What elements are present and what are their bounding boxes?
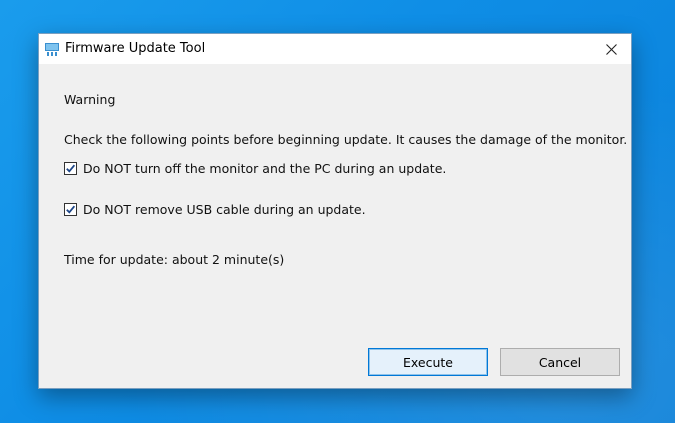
checkmark-icon <box>66 164 76 173</box>
instruction-text: Check the following points before beginn… <box>64 132 628 147</box>
checkmark-icon <box>66 205 76 214</box>
window-title: Firmware Update Tool <box>65 41 206 56</box>
power-off-check-label[interactable]: Do NOT turn off the monitor and the PC d… <box>83 161 446 176</box>
dialog-content: Warning Check the following points befor… <box>39 64 631 388</box>
time-estimate-text: Time for update: about 2 minute(s) <box>64 252 285 267</box>
monitor-firmware-icon <box>45 42 59 56</box>
check-power-row[interactable]: Do NOT turn off the monitor and the PC d… <box>64 161 446 176</box>
close-icon <box>605 40 617 59</box>
warning-heading: Warning <box>64 92 116 107</box>
cancel-button[interactable]: Cancel <box>500 348 620 376</box>
execute-button[interactable]: Execute <box>368 348 488 376</box>
check-usb-row[interactable]: Do NOT remove USB cable during an update… <box>64 202 366 217</box>
usb-cable-check-label[interactable]: Do NOT remove USB cable during an update… <box>83 202 366 217</box>
close-button[interactable] <box>591 34 631 64</box>
firmware-update-dialog: Firmware Update Tool Warning Check the f… <box>38 33 632 389</box>
usb-cable-checkbox[interactable] <box>64 203 77 216</box>
power-off-checkbox[interactable] <box>64 162 77 175</box>
title-bar[interactable]: Firmware Update Tool <box>39 34 631 64</box>
